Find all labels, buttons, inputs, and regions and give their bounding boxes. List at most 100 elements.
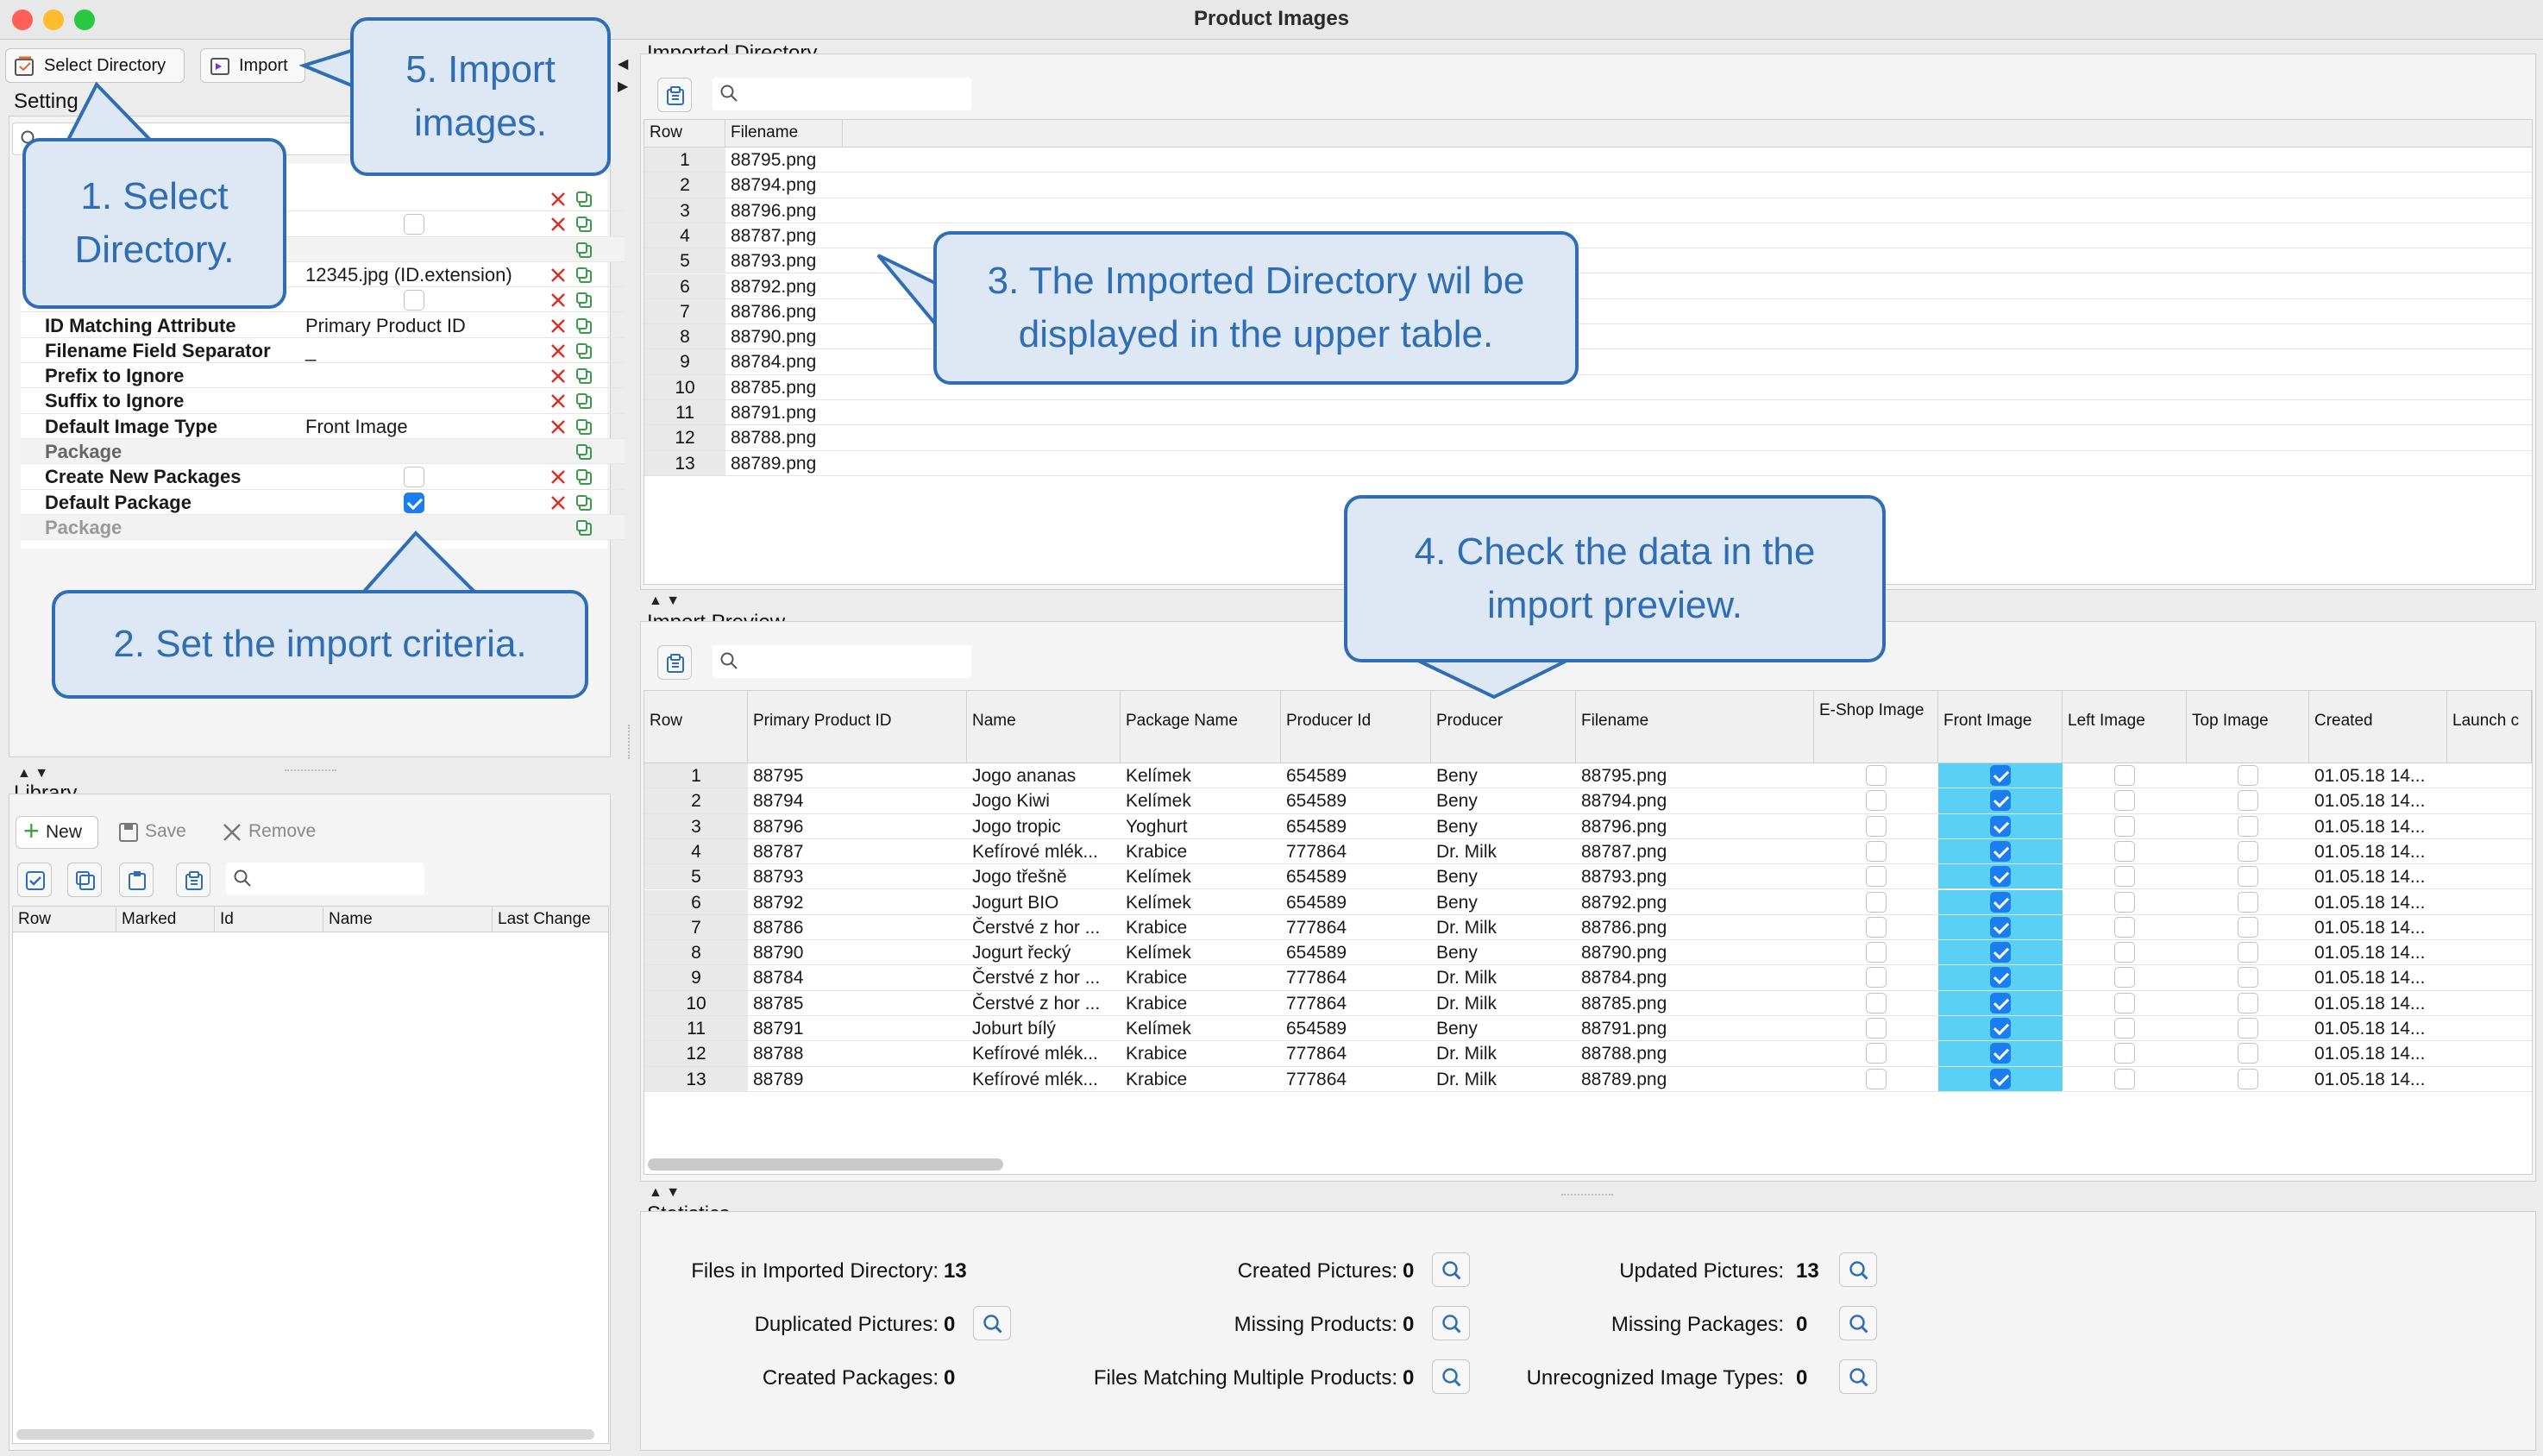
front-image-checkbox[interactable] [1990, 891, 2011, 913]
imported-col-filename[interactable]: Filename [725, 120, 843, 147]
image-checkbox[interactable] [2114, 815, 2135, 837]
image-flag-cell[interactable] [1938, 864, 2063, 889]
image-checkbox[interactable] [2238, 765, 2258, 786]
preview-col-e-shop-image[interactable]: E-Shop Image [1814, 691, 1938, 763]
stat-detail-button[interactable] [1432, 1252, 1470, 1287]
import-button[interactable]: Import [200, 48, 305, 83]
clear-icon[interactable] [549, 266, 568, 290]
image-checkbox[interactable] [2114, 1018, 2135, 1039]
image-checkbox[interactable] [1866, 765, 1887, 786]
image-flag-cell[interactable] [1814, 763, 1938, 788]
image-flag-cell[interactable] [1938, 940, 2063, 965]
preview-row[interactable]: 10 88785 Čerstvé z hor ... Krabice 777864 Dr.… [644, 990, 2532, 1016]
imported-row[interactable]: 12 88788.png [644, 425, 2532, 451]
library-remove-button[interactable]: Remove [214, 816, 326, 849]
image-flag-cell[interactable] [1938, 990, 2063, 1015]
preview-search[interactable] [713, 645, 971, 678]
clear-icon[interactable] [549, 468, 568, 492]
image-checkbox[interactable] [2238, 815, 2258, 837]
preview-row[interactable]: 6 88792 Jogurt BIO Kelímek 654589 Beny 88792.p… [644, 889, 2532, 915]
front-image-checkbox[interactable] [1990, 942, 2011, 963]
preview-col-primary-product-id[interactable]: Primary Product ID [748, 691, 967, 763]
imported-row[interactable]: 2 88794.png [644, 173, 2532, 198]
copy-value-icon[interactable] [575, 493, 593, 518]
library-col-marked[interactable]: Marked [116, 907, 215, 932]
image-checkbox[interactable] [2114, 891, 2135, 913]
preview-col-left-image[interactable]: Left Image [2063, 691, 2187, 763]
imported-search[interactable] [713, 78, 971, 110]
front-image-checkbox[interactable] [1990, 840, 2011, 862]
image-flag-cell[interactable] [2063, 915, 2187, 939]
setting-group-row[interactable]: Package [21, 439, 625, 465]
image-checkbox[interactable] [1866, 840, 1887, 862]
image-flag-cell[interactable] [2063, 1041, 2187, 1065]
image-flag-cell[interactable] [2063, 890, 2187, 914]
image-checkbox[interactable] [2238, 967, 2258, 988]
image-checkbox[interactable] [2114, 866, 2135, 888]
image-flag-cell[interactable] [2187, 763, 2309, 788]
image-checkbox[interactable] [1866, 866, 1887, 888]
preview-col-launch-c[interactable]: Launch c [2447, 691, 2532, 763]
image-flag-cell[interactable] [2063, 1016, 2187, 1040]
preview-col-front-image[interactable]: Front Image [1938, 691, 2063, 763]
setting-group-row[interactable]: Package [21, 514, 625, 543]
preview-row[interactable]: 9 88784 Čerstvé z hor ... Krabice 777864 Dr. … [644, 965, 2532, 991]
preview-col-filename[interactable]: Filename [1576, 691, 1814, 763]
split-arrows-lower[interactable]: ▲ ▼ [649, 1185, 680, 1201]
front-image-checkbox[interactable] [1990, 916, 2011, 938]
preview-col-top-image[interactable]: Top Image [2187, 691, 2309, 763]
library-save-button[interactable]: Save [110, 816, 200, 849]
front-image-checkbox[interactable] [1990, 1043, 2011, 1064]
clear-icon[interactable] [549, 417, 568, 442]
preview-col-package-name[interactable]: Package Name [1121, 691, 1281, 763]
setting-value[interactable]: _ [305, 338, 316, 363]
image-checkbox[interactable] [1866, 942, 1887, 963]
imported-row[interactable]: 1 88795.png [644, 147, 2532, 173]
image-flag-cell[interactable] [1814, 839, 1938, 863]
image-flag-cell[interactable] [1814, 864, 1938, 888]
image-flag-cell[interactable] [2063, 991, 2187, 1015]
copy-value-icon[interactable] [575, 518, 593, 543]
stat-detail-button[interactable] [973, 1306, 1011, 1340]
image-flag-cell[interactable] [2187, 839, 2309, 863]
lower-splitter-handle[interactable] [1561, 1194, 1613, 1196]
library-clipboard-button[interactable] [176, 863, 210, 897]
setting-value[interactable]: 12345.jpg (ID.extension) [305, 262, 512, 287]
preview-col-producer-id[interactable]: Producer Id [1281, 691, 1431, 763]
copy-value-icon[interactable] [575, 392, 593, 416]
image-checkbox[interactable] [2238, 866, 2258, 888]
image-flag-cell[interactable] [1814, 965, 1938, 989]
setting-checkbox[interactable] [404, 467, 424, 488]
clear-icon[interactable] [549, 291, 568, 315]
image-flag-cell[interactable] [1814, 814, 1938, 838]
image-flag-cell[interactable] [1938, 838, 2063, 864]
image-checkbox[interactable] [2238, 790, 2258, 812]
front-image-checkbox[interactable] [1990, 1068, 2011, 1089]
copy-value-icon[interactable] [575, 317, 593, 341]
imported-row[interactable]: 9 88784.png [644, 349, 2532, 375]
imported-row[interactable]: 7 88786.png [644, 298, 2532, 325]
preview-row[interactable]: 2 88794 Jogo Kiwi Kelímek 654589 Beny 88794.pn… [644, 788, 2532, 814]
front-image-checkbox[interactable] [1990, 1018, 2011, 1039]
clear-icon[interactable] [549, 317, 568, 341]
image-flag-cell[interactable] [1938, 1016, 2063, 1041]
image-flag-cell[interactable] [2063, 940, 2187, 964]
imported-row[interactable]: 6 88792.png [644, 273, 2532, 299]
library-col-row[interactable]: Row [13, 907, 116, 932]
image-flag-cell[interactable] [2063, 839, 2187, 863]
split-arrows-left[interactable]: ▲ ▼ [17, 766, 48, 781]
setting-row[interactable]: Prefix to Ignore [21, 363, 625, 389]
preview-col-created[interactable]: Created [2309, 691, 2447, 763]
setting-checkbox[interactable] [404, 214, 424, 235]
mark-all-button[interactable] [17, 863, 52, 897]
copy-value-icon[interactable] [575, 417, 593, 442]
image-checkbox[interactable] [1866, 790, 1887, 812]
clear-icon[interactable] [549, 392, 568, 416]
front-image-checkbox[interactable] [1990, 790, 2011, 812]
image-flag-cell[interactable] [2187, 788, 2309, 813]
copy-value-icon[interactable] [575, 190, 593, 214]
imported-row[interactable]: 5 88793.png [644, 248, 2532, 274]
image-flag-cell[interactable] [2187, 890, 2309, 914]
image-checkbox[interactable] [2114, 1068, 2135, 1089]
setting-checkbox[interactable] [404, 492, 424, 513]
